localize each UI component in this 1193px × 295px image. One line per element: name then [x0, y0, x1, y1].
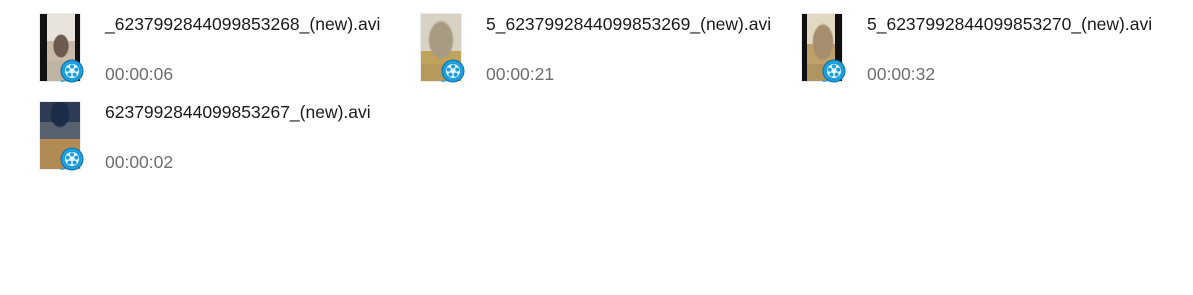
- file-duration: 00:00:32: [867, 64, 936, 84]
- file-name: 5_6237992844099853270_(new).avi: [867, 14, 1153, 34]
- file-name: 5_6237992844099853269_(new).avi: [486, 14, 772, 34]
- file-item[interactable]: 5_6237992844099853269_(new).avi 00:00:21: [421, 12, 781, 92]
- video-file-badge-icon: [822, 59, 846, 83]
- file-duration: 00:00:02: [105, 152, 174, 172]
- video-file-badge-icon: [60, 147, 84, 171]
- file-list: _6237992844099853268_(new).avi 00:00:06 …: [0, 0, 1193, 295]
- video-file-badge-icon: [60, 59, 84, 83]
- file-name: 6237992844099853267_(new).avi: [105, 102, 371, 122]
- file-duration: 00:00:21: [486, 64, 555, 84]
- file-duration: 00:00:06: [105, 64, 174, 84]
- video-file-badge-icon: [441, 59, 465, 83]
- file-item[interactable]: 6237992844099853267_(new).avi 00:00:02: [40, 100, 400, 180]
- file-item[interactable]: _6237992844099853268_(new).avi 00:00:06: [40, 12, 400, 92]
- file-item[interactable]: 5_6237992844099853270_(new).avi 00:00:32: [802, 12, 1162, 92]
- file-name: _6237992844099853268_(new).avi: [105, 14, 381, 34]
